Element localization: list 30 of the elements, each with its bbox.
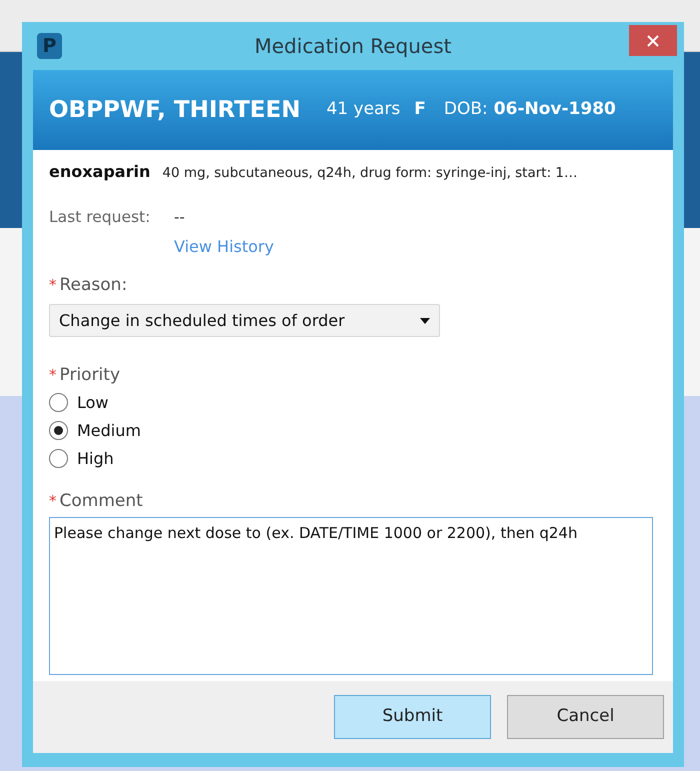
last-request-label: Last request: bbox=[49, 207, 152, 228]
dob-value: 06-Nov-1980 bbox=[494, 98, 616, 122]
radio-button[interactable] bbox=[49, 393, 68, 412]
radio-button[interactable] bbox=[49, 449, 68, 468]
patient-name: OBPPWF, THIRTEEN bbox=[49, 96, 300, 125]
caret-icon bbox=[420, 318, 430, 324]
medication-name: enoxaparin bbox=[49, 161, 150, 183]
required-mark: * bbox=[49, 490, 56, 512]
required-mark: * bbox=[49, 365, 56, 386]
close-icon bbox=[647, 34, 659, 46]
comment-field[interactable]: Please change next dose to (ex. DATE/TIME 1000 or 2200), then q24h bbox=[49, 517, 653, 675]
reason-dropdown[interactable]: Change in scheduled times of order bbox=[49, 304, 440, 337]
priority-option[interactable]: Medium bbox=[49, 418, 141, 442]
comment-label: Comment bbox=[60, 490, 143, 512]
submit-button[interactable]: Submit bbox=[334, 695, 491, 739]
dob-label: DOB: bbox=[444, 98, 488, 122]
patient-age: 41 years bbox=[326, 98, 400, 122]
priority-label: Priority bbox=[60, 364, 120, 387]
reason-label: Reason: bbox=[60, 274, 128, 296]
required-mark: * bbox=[49, 274, 56, 296]
radio-button[interactable] bbox=[49, 421, 68, 440]
medication-details: 40 mg, subcutaneous, q24h, drug form: syringe-inj, start: 1… bbox=[162, 164, 578, 183]
last-request-value: -- bbox=[174, 207, 186, 228]
patient-sex: F bbox=[414, 98, 426, 122]
close-button[interactable] bbox=[629, 25, 677, 56]
cancel-button[interactable]: Cancel bbox=[507, 695, 664, 739]
app-logo: P bbox=[37, 33, 62, 59]
priority-option[interactable]: Low bbox=[49, 390, 109, 414]
window-title: Medication Request bbox=[254, 33, 452, 60]
priority-option[interactable]: High bbox=[49, 446, 114, 470]
